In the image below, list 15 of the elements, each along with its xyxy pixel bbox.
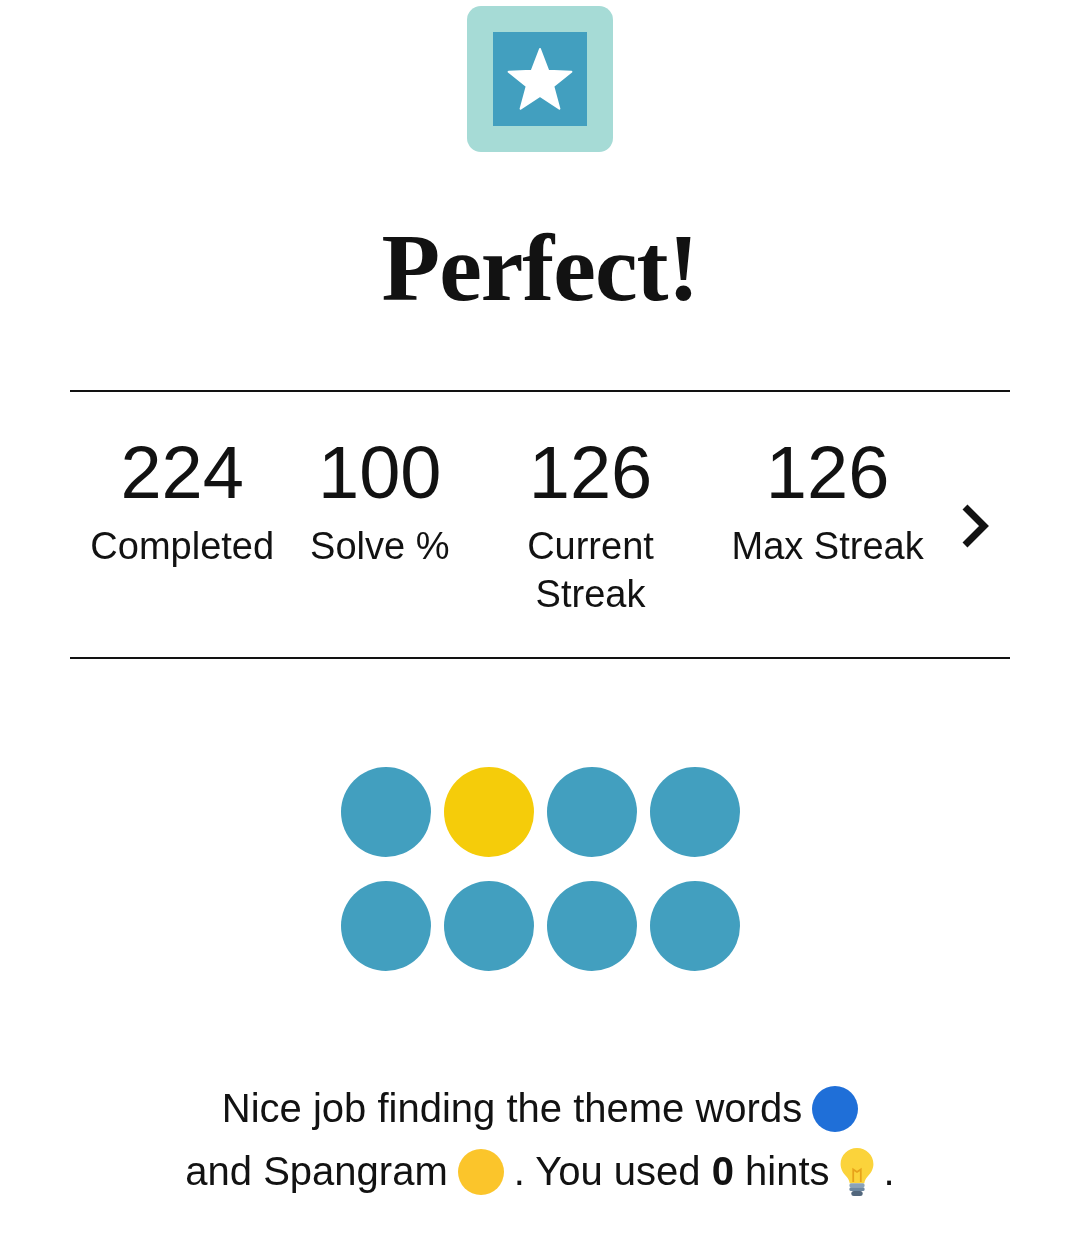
star-tile-icon — [467, 6, 613, 152]
message-text: Nice job finding the theme words — [221, 1085, 803, 1132]
message-text: and Spangram — [185, 1148, 448, 1195]
message-text: . — [883, 1148, 895, 1195]
stat-label: Completed — [90, 524, 275, 569]
stat-value: 126 — [765, 436, 890, 510]
stat-label: Current Streak — [526, 524, 655, 617]
stat-value: 224 — [120, 436, 244, 510]
stat-label: Solve % — [310, 524, 450, 569]
stat-value: 126 — [528, 436, 653, 510]
message-text: . You used 0 hints — [513, 1148, 830, 1195]
lightbulb-icon — [839, 1147, 874, 1196]
stat-value: 100 — [318, 436, 442, 510]
stat-label: Max Streak — [731, 524, 924, 569]
title: Perfect! — [381, 220, 699, 316]
